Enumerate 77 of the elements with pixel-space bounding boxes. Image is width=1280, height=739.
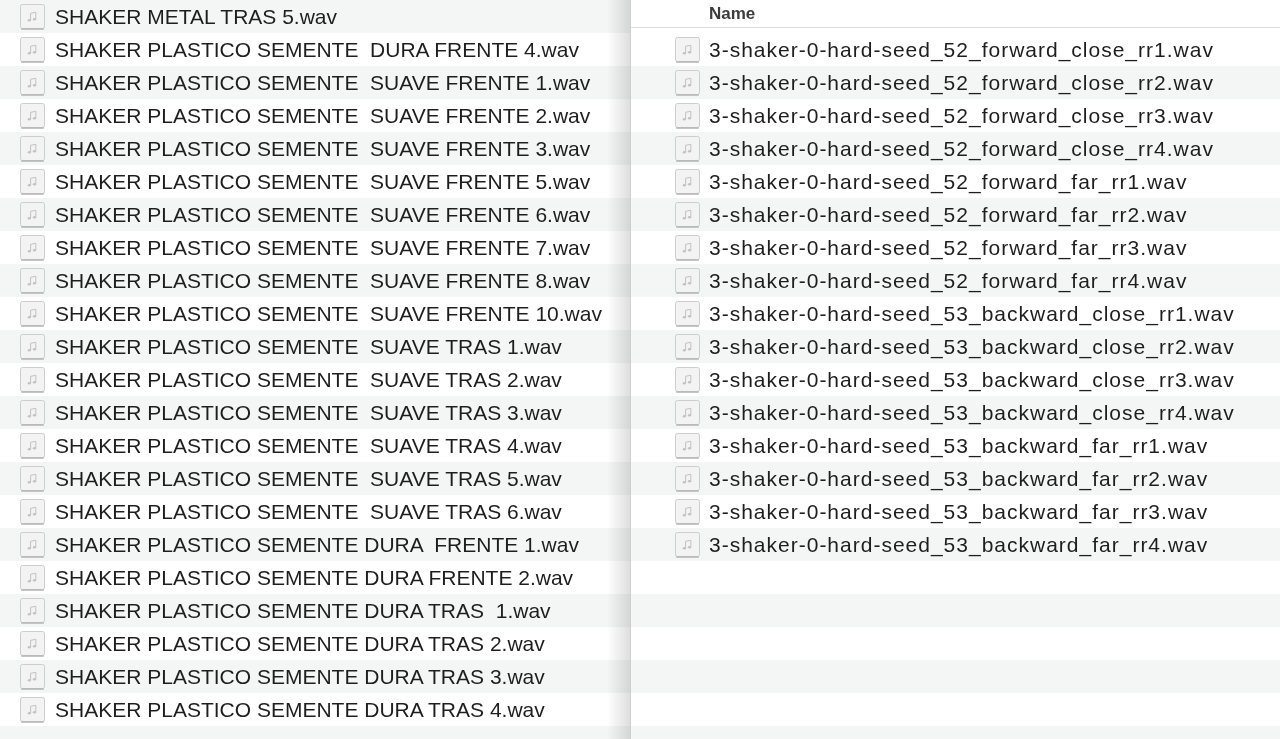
music-file-icon: [20, 531, 45, 558]
file-name: SHAKER PLASTICO SEMENTE SUAVE FRENTE 5.wav: [55, 168, 591, 195]
music-file-icon: [20, 399, 45, 426]
music-file-icon: [675, 498, 700, 525]
music-file-icon: [675, 300, 700, 327]
file-name: SHAKER PLASTICO SEMENTE SUAVE TRAS 6.wav: [55, 498, 562, 525]
music-file-icon: [675, 465, 700, 492]
file-name: SHAKER PLASTICO SEMENTE SUAVE FRENTE 2.wav: [55, 102, 591, 129]
file-name: 3-shaker-0-hard-seed_53_backward_far_rr1.wav: [709, 432, 1209, 459]
file-name: SHAKER PLASTICO SEMENTE DURA FRENTE 4.wav: [55, 36, 579, 63]
music-file-icon: [675, 267, 700, 294]
music-file-icon: [20, 366, 45, 393]
music-file-icon: [20, 564, 45, 591]
file-name: SHAKER METAL TRAS 5.wav: [55, 3, 338, 30]
music-file-icon: [20, 36, 45, 63]
file-name: 3-shaker-0-hard-seed_53_backward_close_rr1.wav: [709, 300, 1235, 327]
file-name: 3-shaker-0-hard-seed_52_forward_close_rr2.wav: [709, 69, 1214, 96]
music-file-icon: [20, 597, 45, 624]
file-name: SHAKER PLASTICO SEMENTE SUAVE TRAS 1.wav: [55, 333, 562, 360]
file-name: 3-shaker-0-hard-seed_52_forward_far_rr3.wav: [709, 234, 1188, 261]
music-file-icon: [675, 168, 700, 195]
music-file-icon: [675, 531, 700, 558]
music-file-icon: [675, 102, 700, 129]
music-file-icon: [675, 69, 700, 96]
file-name: SHAKER PLASTICO SEMENTE DURA TRAS 3.wav: [55, 663, 545, 690]
file-name: SHAKER PLASTICO SEMENTE SUAVE TRAS 5.wav: [55, 465, 562, 492]
file-name: SHAKER PLASTICO SEMENTE SUAVE FRENTE 7.wav: [55, 234, 591, 261]
music-file-icon: [20, 630, 45, 657]
music-file-icon: [20, 663, 45, 690]
file-name: 3-shaker-0-hard-seed_52_forward_far_rr4.wav: [709, 267, 1188, 294]
music-file-icon: [20, 168, 45, 195]
file-name: SHAKER PLASTICO SEMENTE SUAVE FRENTE 3.wav: [55, 135, 591, 162]
music-file-icon: [20, 333, 45, 360]
music-file-icon: [20, 135, 45, 162]
file-name: SHAKER PLASTICO SEMENTE SUAVE TRAS 4.wav: [55, 432, 562, 459]
music-file-icon: [675, 36, 700, 63]
music-file-icon: [675, 135, 700, 162]
file-name: SHAKER PLASTICO SEMENTE SUAVE TRAS 3.wav: [55, 399, 562, 426]
file-name: 3-shaker-0-hard-seed_53_backward_far_rr4.wav: [709, 531, 1209, 558]
file-name: 3-shaker-0-hard-seed_53_backward_close_rr4.wav: [709, 399, 1235, 426]
file-name: 3-shaker-0-hard-seed_53_backward_far_rr3.wav: [709, 498, 1209, 525]
music-file-icon: [20, 696, 45, 723]
music-file-icon: [20, 465, 45, 492]
music-file-icon: [675, 201, 700, 228]
file-name: SHAKER PLASTICO SEMENTE DURA FRENTE 1.wav: [55, 531, 579, 558]
file-name: SHAKER PLASTICO SEMENTE DURA TRAS 1.wav: [55, 597, 551, 624]
file-name: SHAKER PLASTICO SEMENTE SUAVE TRAS 2.wav: [55, 366, 562, 393]
file-name: 3-shaker-0-hard-seed_52_forward_far_rr1.wav: [709, 168, 1188, 195]
music-file-icon: [675, 234, 700, 261]
music-file-icon: [675, 366, 700, 393]
music-file-icon: [20, 69, 45, 96]
music-file-icon: [20, 267, 45, 294]
music-file-icon: [675, 333, 700, 360]
file-name: 3-shaker-0-hard-seed_53_backward_close_rr2.wav: [709, 333, 1235, 360]
file-name: 3-shaker-0-hard-seed_53_backward_far_rr2.wav: [709, 465, 1209, 492]
music-file-icon: [675, 399, 700, 426]
music-file-icon: [20, 498, 45, 525]
music-file-icon: [20, 3, 45, 30]
file-name: SHAKER PLASTICO SEMENTE DURA FRENTE 2.wav: [55, 564, 574, 591]
music-file-icon: [20, 300, 45, 327]
file-name: 3-shaker-0-hard-seed_52_forward_close_rr1.wav: [709, 36, 1214, 63]
music-file-icon: [20, 234, 45, 261]
file-name: SHAKER PLASTICO SEMENTE DURA TRAS 2.wav: [55, 630, 545, 657]
file-name: SHAKER PLASTICO SEMENTE SUAVE FRENTE 6.wav: [55, 201, 591, 228]
column-header[interactable]: Name: [709, 3, 756, 24]
file-name: 3-shaker-0-hard-seed_52_forward_far_rr2.wav: [709, 201, 1188, 228]
file-name: SHAKER PLASTICO SEMENTE SUAVE FRENTE 8.wav: [55, 267, 591, 294]
file-name: SHAKER PLASTICO SEMENTE DURA TRAS 4.wav: [55, 696, 545, 723]
music-file-icon: [675, 432, 700, 459]
music-file-icon: [20, 201, 45, 228]
file-name: SHAKER PLASTICO SEMENTE SUAVE FRENTE 10.wav: [55, 300, 602, 327]
music-file-icon: [20, 432, 45, 459]
music-file-icon: [20, 102, 45, 129]
file-name: 3-shaker-0-hard-seed_52_forward_close_rr3.wav: [709, 102, 1214, 129]
file-name: SHAKER PLASTICO SEMENTE SUAVE FRENTE 1.wav: [55, 69, 591, 96]
file-name: 3-shaker-0-hard-seed_53_backward_close_rr3.wav: [709, 366, 1235, 393]
file-name: 3-shaker-0-hard-seed_52_forward_close_rr4.wav: [709, 135, 1214, 162]
